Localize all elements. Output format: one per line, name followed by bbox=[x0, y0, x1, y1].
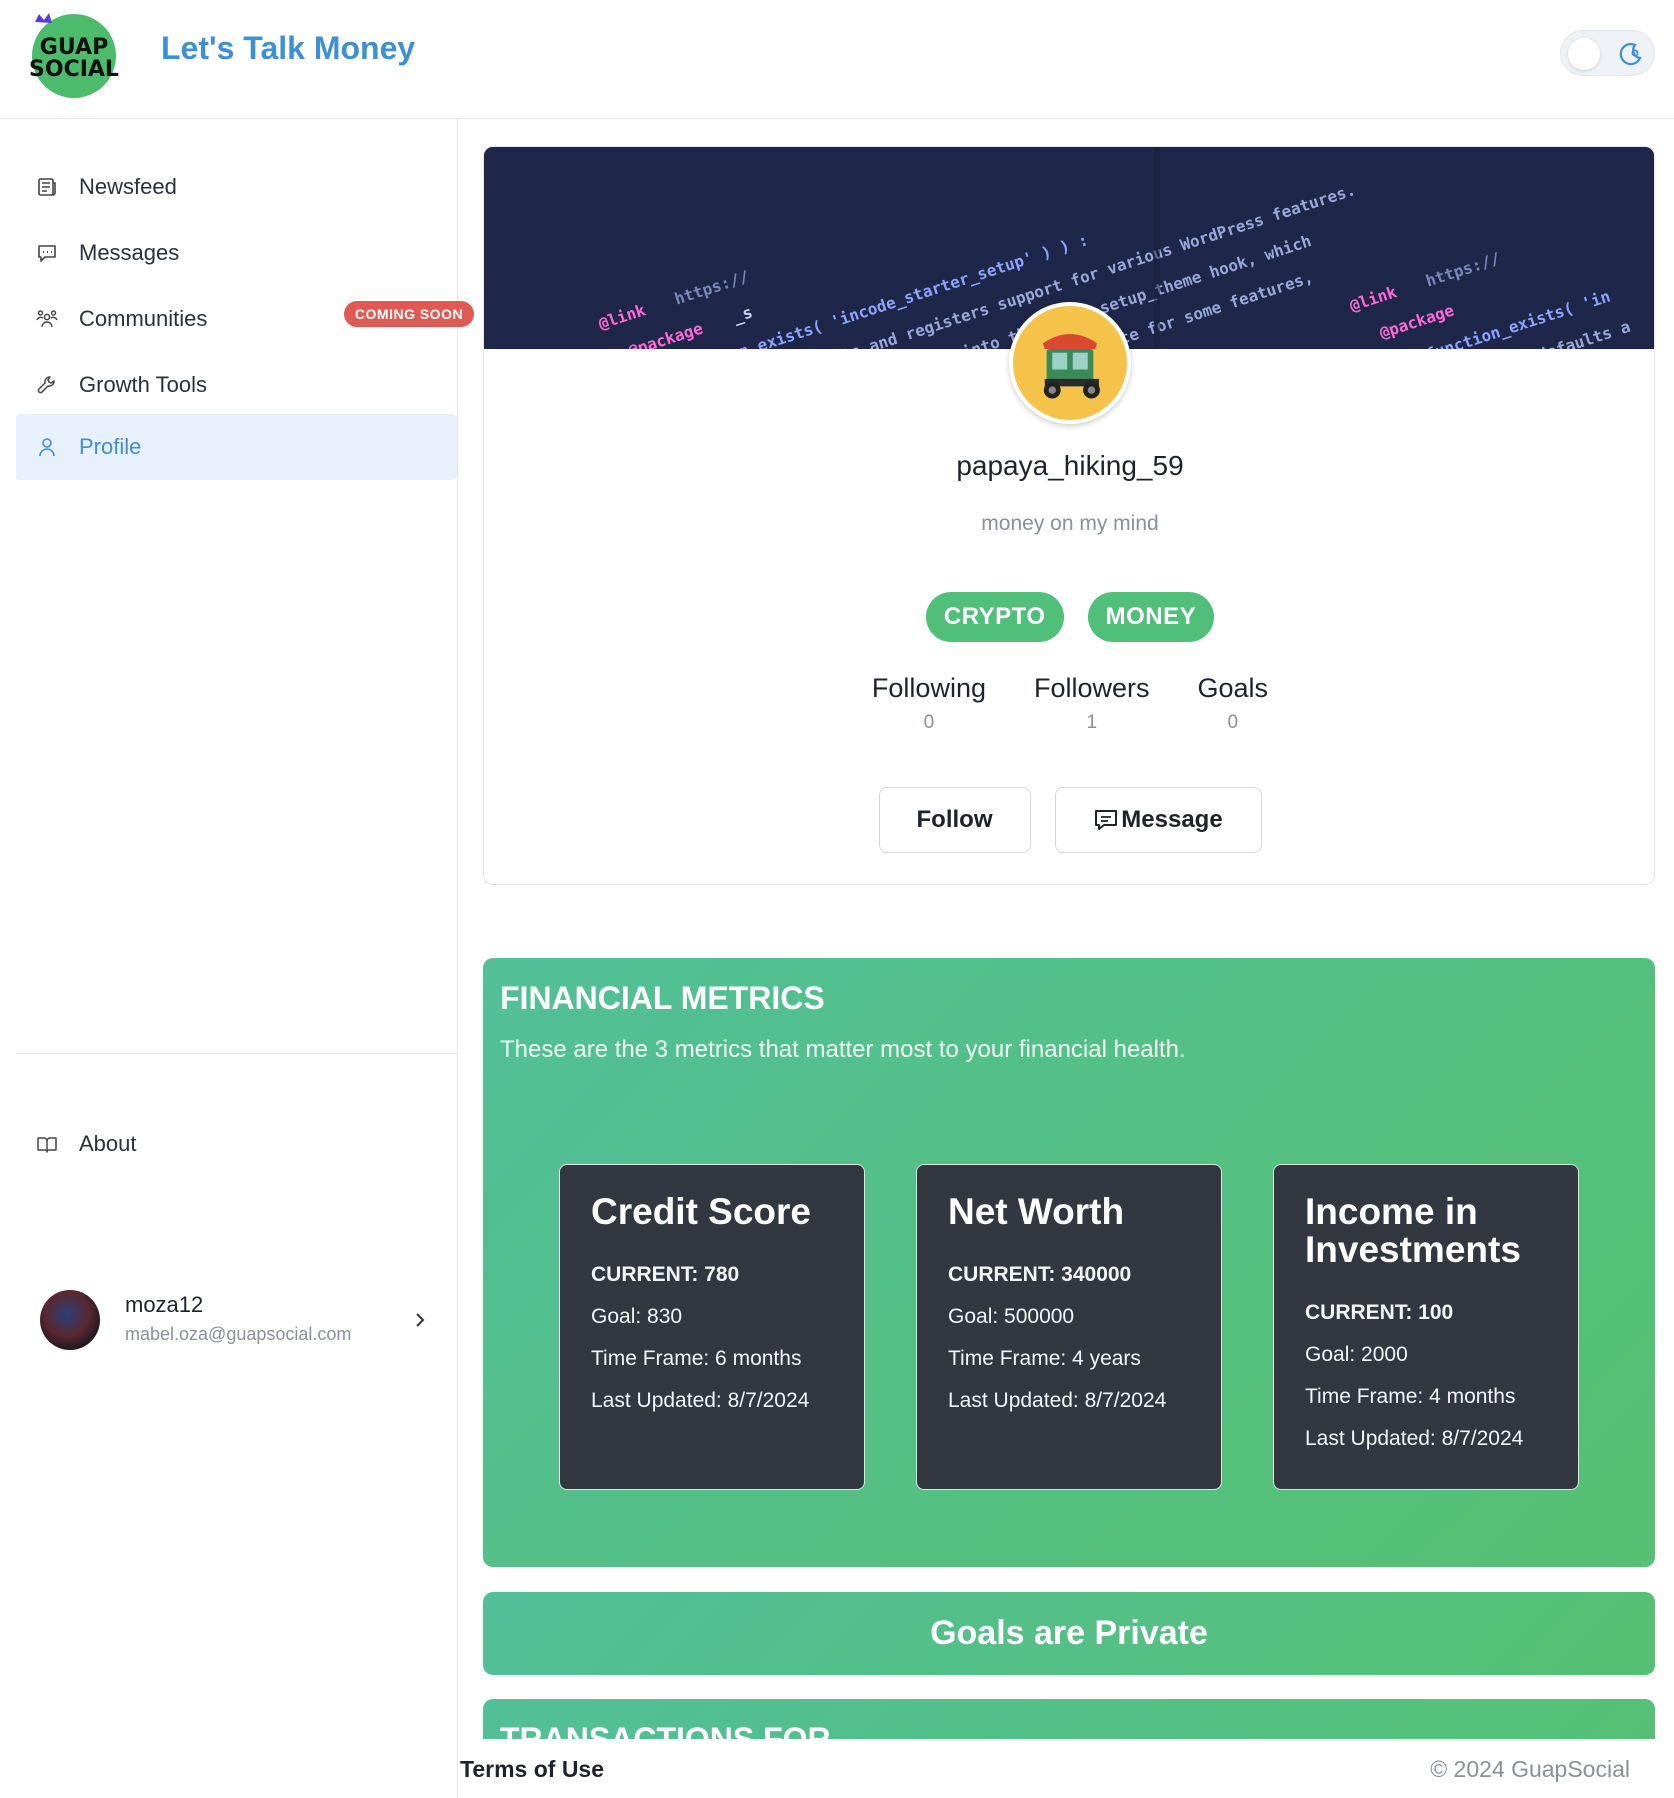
tag-money[interactable]: MONEY bbox=[1087, 592, 1215, 642]
metrics-title: FINANCIAL METRICS bbox=[500, 980, 825, 1016]
metric-updated: Last Updated: 8/7/2024 bbox=[591, 1389, 810, 1412]
sidebar-item-growth-tools[interactable]: Growth Tools bbox=[16, 352, 457, 418]
metric-current: CURRENT: 780 bbox=[591, 1263, 740, 1286]
tag-crypto[interactable]: CRYPTO bbox=[925, 592, 1064, 642]
transactions-panel: TRANSACTIONS FOR bbox=[483, 1699, 1655, 1739]
sidebar-item-label: Messages bbox=[79, 240, 180, 265]
follow-button[interactable]: Follow bbox=[878, 787, 1031, 853]
guap-social-logo[interactable]: GUAP SOCIAL bbox=[25, 10, 123, 99]
metric-timeframe: Time Frame: 4 months bbox=[1305, 1385, 1516, 1408]
stat-goals[interactable]: Goals 0 bbox=[1198, 673, 1269, 734]
wrench-icon bbox=[37, 376, 55, 394]
interest-tags: CRYPTO MONEY bbox=[484, 592, 1654, 642]
user-icon bbox=[39, 438, 55, 457]
sidebar-item-label: About bbox=[79, 1131, 137, 1156]
sidebar-item-messages[interactable]: Messages bbox=[16, 220, 457, 286]
transactions-title: TRANSACTIONS FOR bbox=[500, 1721, 831, 1739]
metric-card-income-in-investments[interactable]: Income in Investments CURRENT: 100 Goal:… bbox=[1273, 1164, 1579, 1490]
sidebar-item-about[interactable]: About bbox=[16, 1111, 457, 1177]
terms-of-use-link[interactable]: Terms of Use bbox=[460, 1756, 604, 1783]
stat-label: Following bbox=[871, 673, 986, 703]
profile-card: @linkhttps:// @package_s if ( ! function… bbox=[483, 146, 1655, 885]
profile-avatar bbox=[1009, 302, 1131, 424]
stat-value: 1 bbox=[1086, 712, 1098, 733]
stat-label: Goals bbox=[1197, 673, 1269, 703]
newspaper-icon bbox=[38, 178, 56, 196]
metric-card-credit-score[interactable]: Credit Score CURRENT: 780 Goal: 830 Time… bbox=[559, 1164, 865, 1490]
top-header: GUAP SOCIAL Let's Talk Money bbox=[0, 0, 1674, 119]
toggle-knob[interactable] bbox=[1568, 38, 1600, 70]
profile-actions: Follow Message bbox=[484, 787, 1654, 853]
stat-following[interactable]: Following 0 bbox=[872, 673, 986, 734]
svg-text:SOCIAL: SOCIAL bbox=[29, 57, 119, 82]
sidebar-item-profile[interactable]: Profile bbox=[16, 414, 457, 480]
sidebar: Newsfeed Messages Communities COMING SOO… bbox=[0, 119, 474, 1798]
goals-private-banner: Goals are Private bbox=[483, 1592, 1655, 1675]
metric-updated: Last Updated: 8/7/2024 bbox=[1305, 1427, 1524, 1450]
copyright: © 2024 GuapSocial bbox=[1430, 1756, 1630, 1782]
metric-updated: Last Updated: 8/7/2024 bbox=[948, 1389, 1167, 1412]
people-icon bbox=[36, 310, 58, 328]
financial-metrics-panel: FINANCIAL METRICS These are the 3 metric… bbox=[483, 958, 1655, 1567]
sidebar-item-label: Newsfeed bbox=[79, 174, 177, 199]
profile-username: papaya_hiking_59 bbox=[956, 450, 1184, 481]
coming-soon-badge: COMING SOON bbox=[344, 301, 474, 327]
moon-icon bbox=[1619, 43, 1642, 66]
app-title: Let's Talk Money bbox=[161, 30, 416, 66]
stat-value: 0 bbox=[923, 712, 935, 733]
metrics-subtitle: These are the 3 metrics that matter most… bbox=[500, 1036, 1186, 1063]
sidebar-item-label: Growth Tools bbox=[79, 372, 207, 397]
metric-goal: Goal: 2000 bbox=[1305, 1343, 1408, 1366]
current-user-row[interactable]: moza12 mabel.oza@guapsocial.com bbox=[16, 1282, 457, 1362]
metric-timeframe: Time Frame: 6 months bbox=[591, 1347, 802, 1370]
theme-toggle[interactable] bbox=[1560, 30, 1655, 76]
stat-value: 0 bbox=[1227, 712, 1239, 733]
metric-timeframe: Time Frame: 4 years bbox=[948, 1347, 1141, 1370]
book-icon bbox=[37, 1137, 57, 1153]
follow-button-label: Follow bbox=[916, 806, 993, 833]
metric-title: Credit Score bbox=[591, 1191, 812, 1232]
profile-bio: money on my mind bbox=[981, 512, 1159, 535]
metric-title: Net Worth bbox=[948, 1191, 1125, 1232]
sidebar-divider bbox=[16, 1053, 457, 1054]
metric-goal: Goal: 500000 bbox=[948, 1305, 1075, 1328]
main-content: @linkhttps:// @package_s if ( ! function… bbox=[458, 119, 1674, 1739]
stat-followers[interactable]: Followers 1 bbox=[1034, 673, 1150, 734]
message-button[interactable]: Message bbox=[1054, 787, 1262, 853]
metric-current: CURRENT: 340000 bbox=[948, 1263, 1132, 1286]
metric-current: CURRENT: 100 bbox=[1305, 1301, 1454, 1324]
sidebar-item-label: Profile bbox=[79, 434, 142, 459]
profile-stats: Following 0 Followers 1 Goals 0 bbox=[484, 673, 1654, 734]
footer: Terms of Use © 2024 GuapSocial bbox=[458, 1739, 1674, 1798]
user-email: mabel.oza@guapsocial.com bbox=[125, 1324, 352, 1344]
message-button-label: Message bbox=[1121, 806, 1223, 833]
sidebar-item-label: Communities bbox=[79, 306, 208, 331]
metric-title: Income in Investments bbox=[1305, 1191, 1521, 1270]
metric-goal: Goal: 830 bbox=[591, 1305, 683, 1328]
message-icon bbox=[1095, 810, 1118, 830]
sidebar-item-newsfeed[interactable]: Newsfeed bbox=[16, 154, 457, 220]
chat-icon bbox=[38, 245, 56, 262]
avatar bbox=[40, 1290, 100, 1350]
stat-label: Followers bbox=[1033, 673, 1150, 703]
chevron-right-icon[interactable] bbox=[412, 1310, 428, 1330]
user-name: moza12 bbox=[125, 1292, 204, 1317]
metric-card-net-worth[interactable]: Net Worth CURRENT: 340000 Goal: 500000 T… bbox=[916, 1164, 1222, 1490]
